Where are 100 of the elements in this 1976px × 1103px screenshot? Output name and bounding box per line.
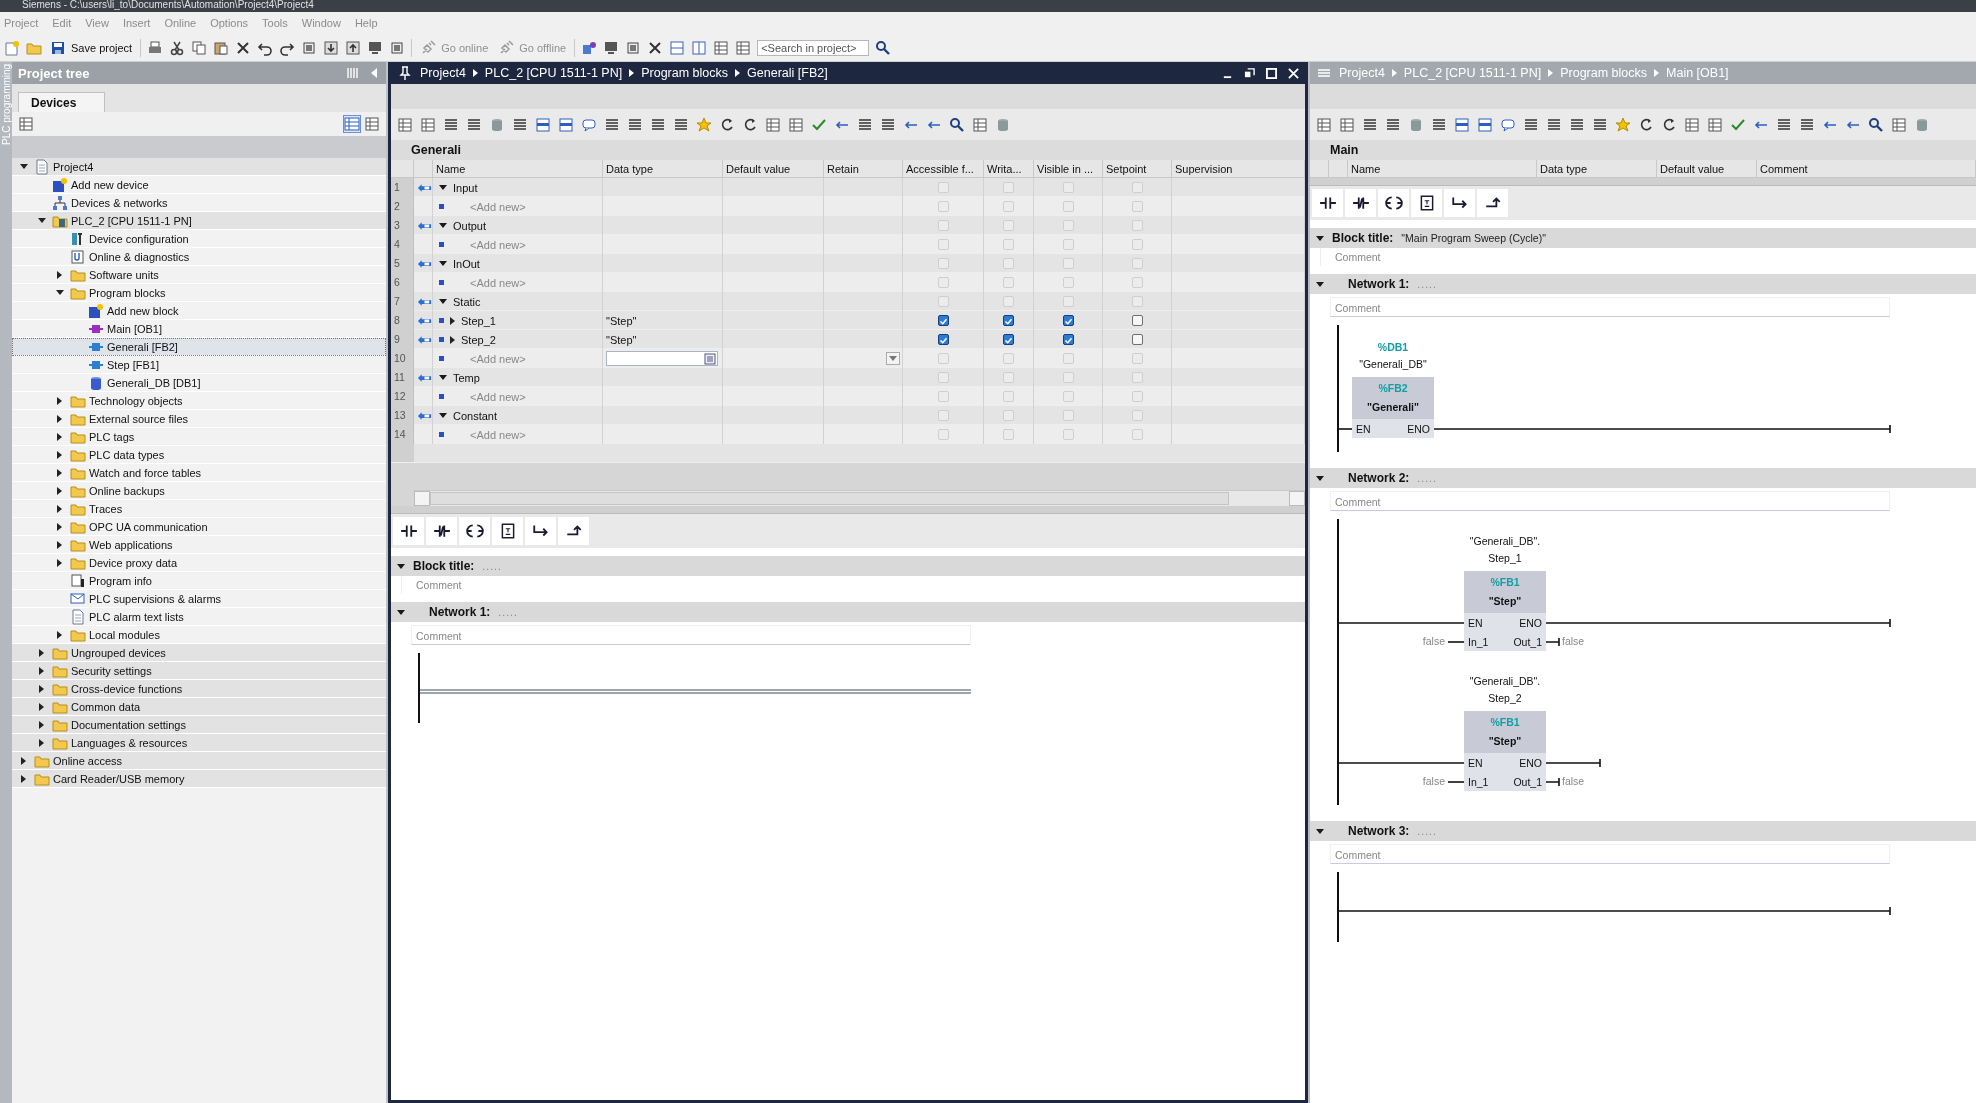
lines-icon[interactable] [1546, 117, 1562, 133]
tree-item[interactable]: Common data [12, 698, 386, 716]
panel-icon[interactable] [1477, 117, 1493, 133]
speech-bubble-icon[interactable] [581, 117, 597, 133]
download-icon[interactable] [323, 39, 340, 56]
collapse-arrow-icon[interactable] [1316, 475, 1324, 481]
checkbox[interactable] [1003, 334, 1014, 345]
column-header[interactable]: Comment [1757, 160, 1976, 177]
expander-arrow[interactable] [439, 413, 447, 418]
expander-arrow[interactable] [19, 164, 28, 169]
checkmark-icon[interactable] [811, 117, 827, 133]
star-icon[interactable] [1615, 117, 1631, 133]
lines-icon[interactable] [1523, 117, 1539, 133]
curved-arrow-icon[interactable] [1661, 117, 1677, 133]
cut-icon[interactable] [169, 39, 186, 56]
tree-item[interactable]: Security settings [12, 662, 386, 680]
parameter-value[interactable]: false [1562, 775, 1585, 787]
lines-icon[interactable] [1362, 117, 1378, 133]
checkbox[interactable] [1062, 315, 1074, 326]
magnifier-icon[interactable] [1868, 117, 1884, 133]
column-header[interactable]: Name [433, 160, 603, 177]
grid-icon[interactable] [18, 116, 34, 132]
chip-icon[interactable] [389, 39, 406, 56]
expander-arrow[interactable] [450, 335, 455, 344]
close-icon[interactable] [647, 39, 664, 56]
close-branch-button[interactable] [558, 517, 589, 545]
expander-arrow[interactable] [39, 738, 44, 747]
monitor-icon[interactable] [603, 39, 620, 56]
tree-item[interactable]: Project4 [12, 158, 386, 176]
split-horizontal-icon[interactable] [669, 39, 686, 56]
grid-icon[interactable] [972, 117, 988, 133]
lines-icon[interactable] [466, 117, 482, 133]
collapse-arrow-icon[interactable] [1316, 828, 1324, 834]
lines-icon[interactable] [1776, 117, 1792, 133]
expander-arrow[interactable] [37, 218, 46, 223]
tree-item[interactable]: Ungrouped devices [12, 644, 386, 662]
column-header[interactable]: Data type [603, 160, 723, 177]
expander-arrow[interactable] [39, 684, 44, 693]
dropdown-button[interactable] [886, 352, 900, 365]
column-header[interactable]: Supervision [1172, 160, 1305, 177]
magnifier-icon[interactable] [949, 117, 965, 133]
close-branch-button[interactable] [1477, 189, 1508, 217]
expander-arrow[interactable] [57, 432, 62, 441]
checkbox[interactable] [937, 334, 949, 345]
collapse-arrow-icon[interactable] [397, 563, 405, 569]
column-header[interactable]: Default value [723, 160, 824, 177]
tree-item[interactable]: Online access [12, 752, 386, 770]
search-icon[interactable] [875, 39, 892, 56]
expander-arrow[interactable] [439, 223, 447, 228]
expander-arrow[interactable] [57, 558, 62, 567]
list-icon[interactable] [704, 352, 716, 365]
expander-arrow[interactable] [57, 450, 62, 459]
search-field[interactable]: <Search in project> [757, 39, 870, 56]
curved-arrow-icon[interactable] [719, 117, 735, 133]
chip-icon[interactable] [301, 39, 318, 56]
tree-item[interactable]: Cross-device functions [12, 680, 386, 698]
empty-box-button[interactable] [492, 517, 523, 545]
expander-arrow[interactable] [57, 540, 62, 549]
expander-arrow[interactable] [57, 486, 62, 495]
lines-icon[interactable] [1569, 117, 1585, 133]
pin-icon[interactable] [397, 65, 413, 81]
tree-item[interactable]: Online & diagnostics [12, 248, 386, 266]
lines-icon[interactable] [673, 117, 689, 133]
print-icon[interactable] [147, 39, 164, 56]
expander-arrow[interactable] [21, 756, 26, 765]
lines-icon[interactable] [512, 117, 528, 133]
panel-icon[interactable] [558, 117, 574, 133]
table-icon[interactable] [364, 116, 380, 132]
column-header[interactable]: Name [1348, 160, 1537, 177]
grid-icon[interactable] [788, 117, 804, 133]
curved-arrow-icon[interactable] [1638, 117, 1654, 133]
collapse-arrow-icon[interactable] [1316, 281, 1324, 287]
checkbox[interactable] [1062, 334, 1074, 345]
parameter-value[interactable]: false [1422, 775, 1445, 787]
expander-arrow[interactable] [57, 522, 62, 531]
lines-icon[interactable] [1385, 117, 1401, 133]
column-header[interactable]: Data type [1537, 160, 1657, 177]
expander-arrow[interactable] [439, 299, 447, 304]
breadcrumb-item[interactable]: Project4 [420, 66, 466, 80]
expander-arrow[interactable] [57, 468, 62, 477]
expander-arrow[interactable] [39, 648, 44, 657]
comment-field[interactable]: Comment [401, 576, 961, 594]
comment-field[interactable]: Comment [1320, 248, 1880, 266]
coil-button[interactable] [459, 517, 490, 545]
expander-arrow[interactable] [439, 375, 447, 380]
lines-icon[interactable] [1799, 117, 1815, 133]
tree-item[interactable]: Languages & resources [12, 734, 386, 752]
parameter-value[interactable]: false [1422, 635, 1445, 647]
grid-icon[interactable] [1707, 117, 1723, 133]
expander-arrow[interactable] [439, 185, 447, 190]
expander-arrow[interactable] [57, 630, 62, 639]
expander-arrow[interactable] [39, 720, 44, 729]
close-icon[interactable] [1288, 67, 1299, 79]
tree-item[interactable]: Documentation settings [12, 716, 386, 734]
open-branch-button[interactable] [525, 517, 556, 545]
lines-icon[interactable] [604, 117, 620, 133]
tree-item[interactable]: PLC alarm text lists [12, 608, 386, 626]
comment-field[interactable]: Comment [1330, 491, 1890, 511]
column-header[interactable]: Retain [824, 160, 903, 177]
expander-arrow[interactable] [21, 774, 26, 783]
